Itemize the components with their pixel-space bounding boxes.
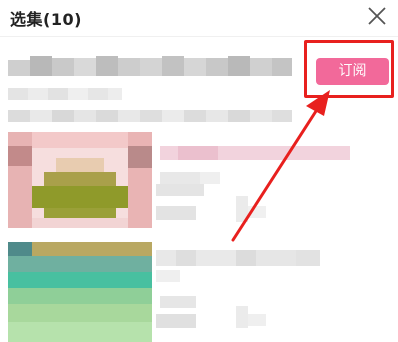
episode-thumbnail[interactable] — [8, 132, 152, 228]
episode-thumbnail[interactable] — [8, 242, 152, 342]
popup-header: 选集(10) — [0, 0, 398, 37]
episode-list-title: 选集(10) — [10, 10, 82, 29]
annotation-highlight-box — [304, 40, 394, 98]
close-icon[interactable] — [366, 5, 388, 27]
